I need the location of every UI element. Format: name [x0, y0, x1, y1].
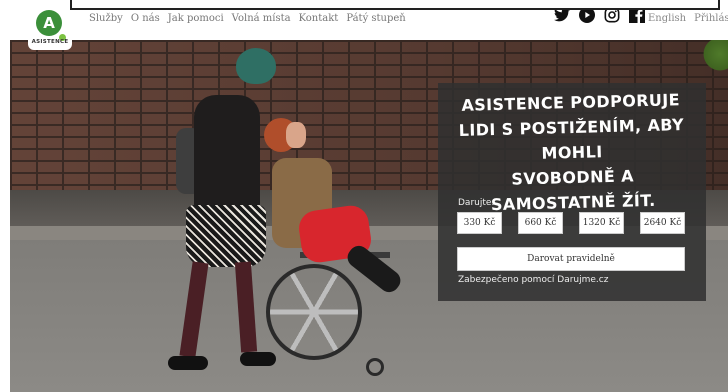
top-frame-outline	[70, 0, 720, 10]
logo-mark: A	[36, 10, 62, 36]
wheelchair-caster	[366, 358, 384, 376]
assistant-shoe	[168, 356, 208, 370]
donate-amount-button[interactable]: 660 Kč	[518, 212, 563, 234]
logo-text: ASISTENCE	[31, 39, 69, 45]
nav-item-o-nas[interactable]: O nás	[131, 13, 160, 24]
wheelchair-wheel	[266, 264, 362, 360]
donate-amount-button[interactable]: 1320 Kč	[579, 212, 624, 234]
wheelchair-user-face	[286, 122, 306, 148]
headline-line-3: SVOBODNĚ A SAMOSTATNĚ ŽÍT.	[490, 166, 656, 215]
nav-item-sluzby[interactable]: Služby	[89, 13, 123, 24]
nav-item-volna-mista[interactable]: Volná místa	[232, 13, 291, 24]
nav-item-paty-stupen[interactable]: Pátý stupeň	[346, 13, 405, 24]
headline-line-2: LIDI S POSTIŽENÍM, ABY MOHLI	[458, 115, 685, 163]
nav-item-kontakt[interactable]: Kontakt	[299, 13, 339, 24]
login-link[interactable]: Přihlásit	[694, 13, 728, 24]
main-nav: Služby O nás Jak pomoci Volná místa Kont…	[89, 13, 406, 24]
foliage-decoration	[700, 40, 728, 72]
asistence-logo[interactable]: A ASISTENCE	[28, 8, 72, 50]
donate-amount-button[interactable]: 2640 Kč	[640, 212, 685, 234]
assistant-shoe	[240, 352, 276, 366]
nav-item-jak-pomoci[interactable]: Jak pomoci	[168, 13, 224, 24]
secured-by-darujme-link[interactable]: Zabezpečeno pomocí Darujme.cz	[458, 275, 608, 285]
donate-label: Darujte:	[458, 198, 495, 208]
assistant-person-hair	[236, 48, 276, 84]
header-right-links: English Přihlásit	[648, 13, 728, 24]
donation-amounts: 330 Kč 660 Kč 1320 Kč 2640 Kč	[457, 212, 685, 234]
donate-regularly-button[interactable]: Darovat pravidelně	[457, 247, 685, 271]
language-english-link[interactable]: English	[648, 13, 686, 24]
assistant-person-skirt	[186, 205, 266, 267]
donate-amount-button[interactable]: 330 Kč	[457, 212, 502, 234]
